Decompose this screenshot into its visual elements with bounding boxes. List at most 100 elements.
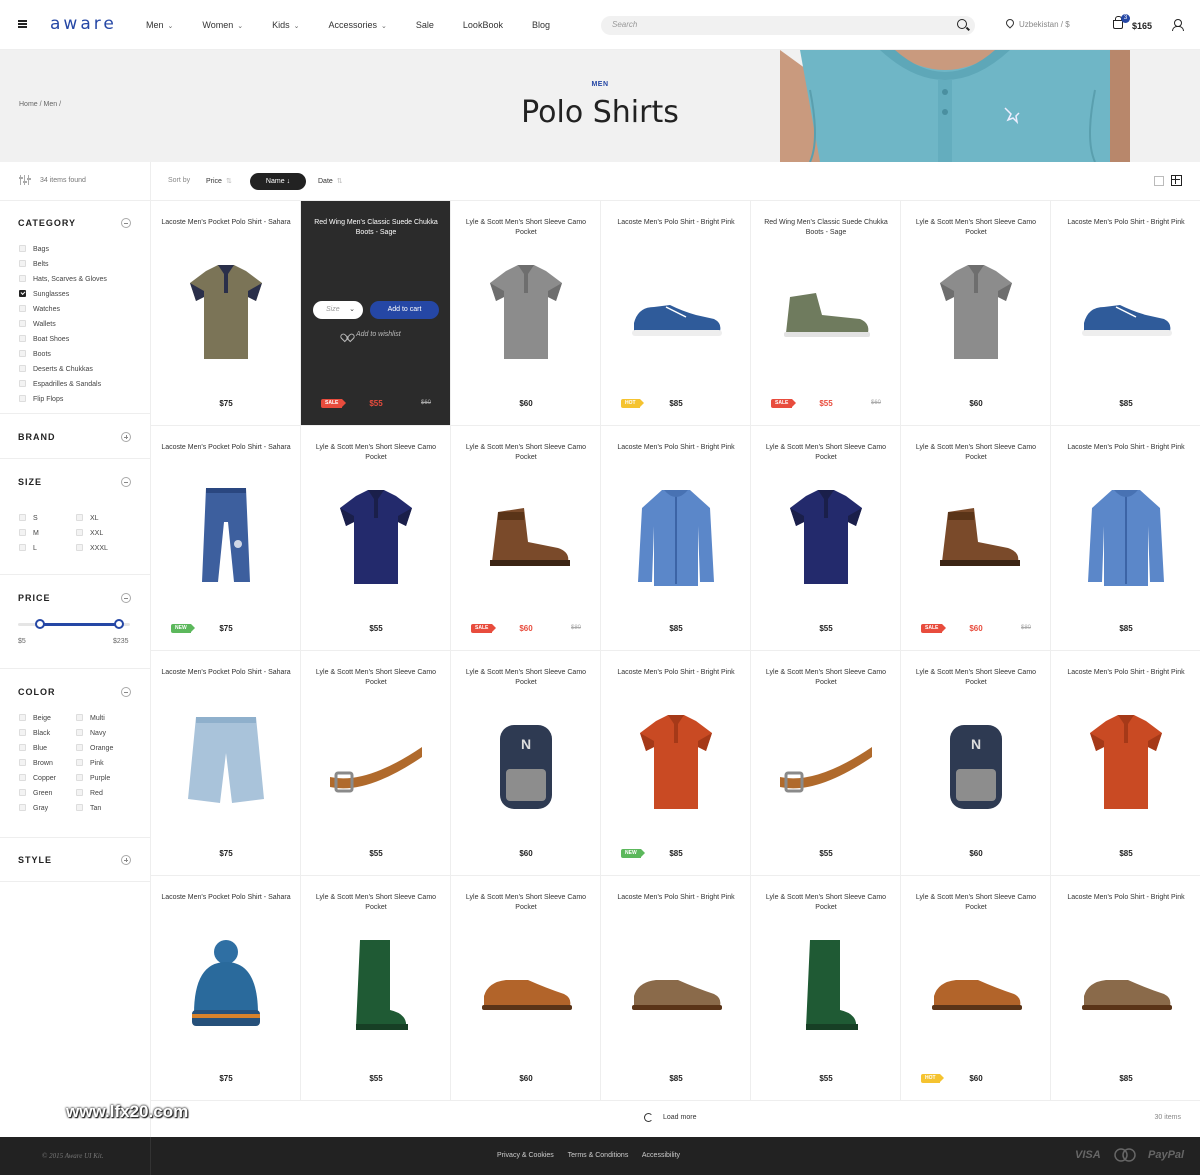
product-card[interactable]: Lyle & Scott Men's Short Sleeve Camo Poc…: [751, 426, 901, 651]
product-card[interactable]: Lacoste Men's Polo Shirt - Bright Pink $8…: [1051, 651, 1200, 876]
product-image[interactable]: [476, 257, 576, 367]
product-image[interactable]: [326, 932, 426, 1042]
product-name[interactable]: Lacoste Men's Polo Shirt - Bright Pink: [1059, 893, 1193, 903]
product-name[interactable]: Lyle & Scott Men's Short Sleeve Camo Poc…: [459, 668, 593, 688]
product-image[interactable]: [926, 932, 1026, 1042]
checkbox[interactable]: [76, 729, 83, 736]
product-name[interactable]: Lyle & Scott Men's Short Sleeve Camo Poc…: [309, 443, 443, 463]
product-card[interactable]: Lyle & Scott Men's Short Sleeve Camo Poc…: [901, 426, 1051, 651]
product-name[interactable]: Lacoste Men's Polo Shirt - Bright Pink: [609, 218, 743, 228]
checkbox[interactable]: [76, 759, 83, 766]
sort-date-button[interactable]: Date ⇅: [318, 177, 343, 185]
product-image[interactable]: [626, 257, 726, 367]
product-image[interactable]: [776, 932, 876, 1042]
checkbox[interactable]: [19, 529, 26, 536]
color-option[interactable]: Gray: [19, 804, 48, 812]
size-select[interactable]: Size ⌄: [313, 301, 363, 319]
checkbox[interactable]: [76, 514, 83, 521]
product-image[interactable]: [176, 707, 276, 817]
cart-total[interactable]: $165: [1132, 21, 1152, 31]
category-option[interactable]: Boots: [19, 350, 51, 358]
product-name[interactable]: Lyle & Scott Men's Short Sleeve Camo Poc…: [309, 668, 443, 688]
checkbox[interactable]: [19, 544, 26, 551]
product-card[interactable]: Lacoste Men's Polo Shirt - Bright Pink $8…: [601, 876, 751, 1101]
product-card[interactable]: Lyle & Scott Men's Short Sleeve Camo Poc…: [451, 426, 601, 651]
product-name[interactable]: Lyle & Scott Men's Short Sleeve Camo Poc…: [459, 218, 593, 238]
checkbox[interactable]: [19, 335, 26, 342]
grid-view-icon[interactable]: [1171, 175, 1182, 186]
product-image[interactable]: [926, 482, 1026, 592]
checkbox[interactable]: [19, 320, 26, 327]
checkbox[interactable]: [19, 365, 26, 372]
product-name[interactable]: Lacoste Men's Polo Shirt - Bright Pink: [609, 443, 743, 453]
product-image[interactable]: [1076, 257, 1176, 367]
nav-item-lookbook[interactable]: LookBook: [463, 20, 503, 30]
size-option[interactable]: M: [19, 529, 39, 537]
product-card[interactable]: Lacoste Men's Polo Shirt - Bright Pink HO…: [601, 201, 751, 426]
product-image[interactable]: [776, 482, 876, 592]
collapse-icon[interactable]: [121, 477, 131, 487]
add-to-cart-button[interactable]: Add to cart: [370, 301, 439, 319]
product-image[interactable]: [476, 482, 576, 592]
product-card[interactable]: Lyle & Scott Men's Short Sleeve Camo Poc…: [451, 651, 601, 876]
category-option[interactable]: Wallets: [19, 320, 56, 328]
checkbox[interactable]: [19, 350, 26, 357]
product-name[interactable]: Lacoste Men's Polo Shirt - Bright Pink: [1059, 218, 1193, 228]
product-card[interactable]: Lacoste Men's Polo Shirt - Bright Pink $8…: [1051, 201, 1200, 426]
checkbox[interactable]: [19, 714, 26, 721]
category-option[interactable]: Boat Shoes: [19, 335, 69, 343]
color-option[interactable]: Brown: [19, 759, 53, 767]
footer-link-terms[interactable]: Terms & Conditions: [568, 1152, 629, 1159]
nav-item-kids[interactable]: Kids ⌄: [272, 20, 299, 30]
style-heading[interactable]: STYLE: [18, 855, 52, 865]
checkbox[interactable]: [76, 744, 83, 751]
expand-icon[interactable]: [121, 432, 131, 442]
color-option[interactable]: Black: [19, 729, 50, 737]
reload-icon[interactable]: [644, 1113, 653, 1122]
product-image[interactable]: [176, 257, 276, 367]
checkbox[interactable]: [19, 804, 26, 811]
product-card[interactable]: Lacoste Men's Polo Shirt - Bright Pink NE…: [601, 651, 751, 876]
product-card[interactable]: Red Wing Men's Classic Suede Chukka Boot…: [301, 201, 451, 426]
product-card[interactable]: Lyle & Scott Men's Short Sleeve Camo Poc…: [901, 201, 1051, 426]
product-name[interactable]: Lyle & Scott Men's Short Sleeve Camo Poc…: [309, 893, 443, 913]
checkbox[interactable]: [76, 714, 83, 721]
checkbox[interactable]: [76, 529, 83, 536]
filter-sliders-icon[interactable]: [19, 175, 31, 185]
expand-icon[interactable]: [121, 855, 131, 865]
user-icon[interactable]: [1172, 19, 1184, 31]
search-icon[interactable]: [957, 19, 967, 29]
checkbox[interactable]: [19, 260, 26, 267]
product-image[interactable]: [1076, 932, 1176, 1042]
product-image[interactable]: [326, 482, 426, 592]
product-image[interactable]: [1076, 482, 1176, 592]
product-image[interactable]: [626, 482, 726, 592]
checkbox[interactable]: [19, 290, 26, 297]
category-option[interactable]: Bags: [19, 245, 49, 253]
product-image[interactable]: [626, 707, 726, 817]
price-heading[interactable]: PRICE: [18, 593, 51, 603]
product-card[interactable]: Lacoste Men's Pocket Polo Shirt - Sahara…: [151, 201, 301, 426]
product-card[interactable]: Lyle & Scott Men's Short Sleeve Camo Poc…: [301, 876, 451, 1101]
color-option[interactable]: Beige: [19, 714, 51, 722]
product-card[interactable]: Lyle & Scott Men's Short Sleeve Camo Poc…: [451, 201, 601, 426]
product-image[interactable]: [626, 932, 726, 1042]
category-option[interactable]: Flip Flops: [19, 395, 63, 403]
checkbox[interactable]: [19, 774, 26, 781]
color-option[interactable]: Pink: [76, 759, 104, 767]
checkbox[interactable]: [76, 544, 83, 551]
nav-item-women[interactable]: Women ⌄: [202, 20, 243, 30]
product-name[interactable]: Lyle & Scott Men's Short Sleeve Camo Poc…: [909, 668, 1043, 688]
nav-item-accessories[interactable]: Accessories ⌄: [329, 20, 387, 30]
category-option[interactable]: Belts: [19, 260, 49, 268]
product-name[interactable]: Lyle & Scott Men's Short Sleeve Camo Poc…: [759, 443, 893, 463]
product-card[interactable]: Red Wing Men's Classic Suede Chukka Boot…: [751, 201, 901, 426]
load-more-button[interactable]: Load more: [663, 1114, 696, 1121]
product-name[interactable]: Red Wing Men's Classic Suede Chukka Boot…: [309, 218, 443, 238]
sort-name-button[interactable]: Name ↓: [250, 173, 306, 190]
checkbox[interactable]: [76, 774, 83, 781]
product-name[interactable]: Lyle & Scott Men's Short Sleeve Camo Poc…: [909, 443, 1043, 463]
product-card[interactable]: Lyle & Scott Men's Short Sleeve Camo Poc…: [301, 651, 451, 876]
product-name[interactable]: Lyle & Scott Men's Short Sleeve Camo Poc…: [909, 893, 1043, 913]
checkbox[interactable]: [19, 275, 26, 282]
